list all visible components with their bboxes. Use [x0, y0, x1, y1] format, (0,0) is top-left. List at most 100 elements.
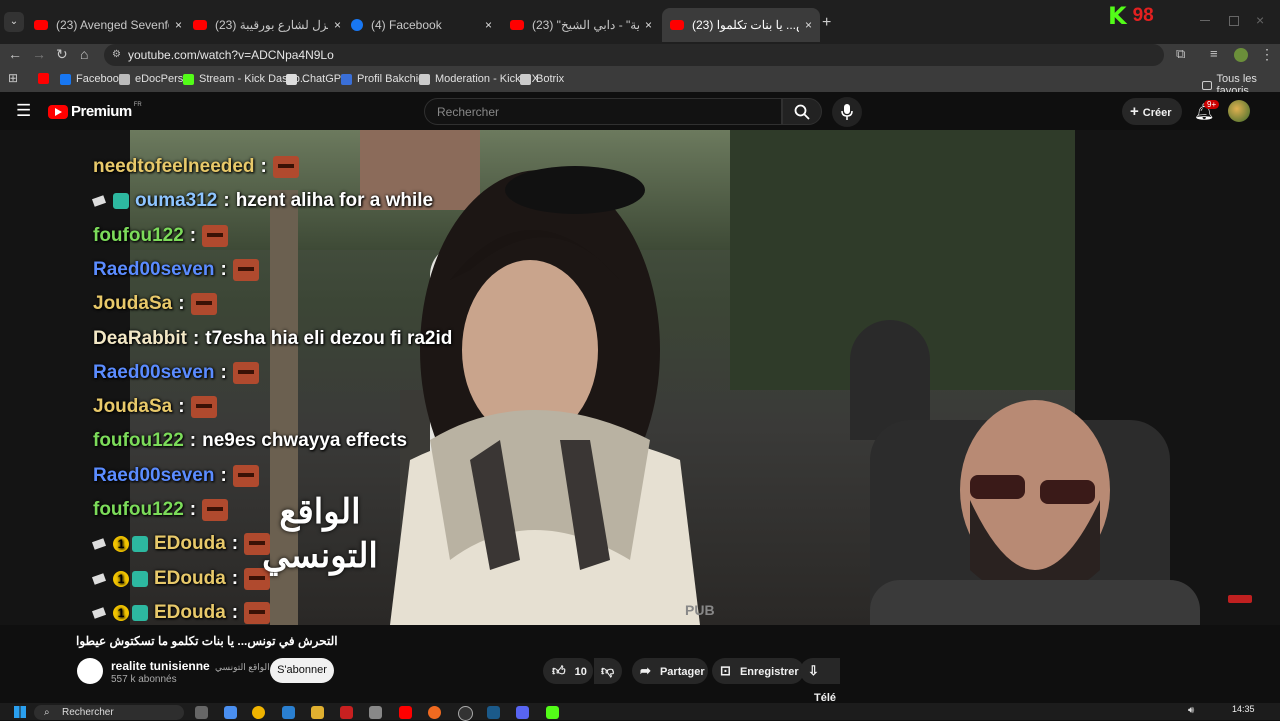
bookmark-favicon-icon: [286, 73, 297, 85]
taskbar-app-explorer-icon[interactable]: [311, 706, 324, 719]
taskbar-search[interactable]: ⌕ Rechercher: [34, 705, 184, 720]
bookmark-item[interactable]: Profil Bakchich: [341, 73, 430, 85]
save-label: Enregistrer: [739, 666, 799, 678]
chat-username: EDouda: [154, 567, 226, 589]
forward-icon[interactable]: →: [32, 46, 46, 62]
video-corner-label: PUB: [685, 602, 715, 618]
chat-username: DeaRabbit: [93, 327, 187, 349]
taskbar-search-icon: ⌕: [44, 707, 50, 718]
dislike-button[interactable]: 👎︎: [594, 658, 622, 684]
chat-message: foufou122: ne9es chwayya effects: [93, 430, 407, 452]
reload-icon[interactable]: ↻: [56, 46, 68, 63]
browser-tab[interactable]: (23) Avenged Sevenfold - Hail T ×: [26, 8, 190, 42]
like-button[interactable]: 👍︎ 10: [543, 658, 593, 684]
account-avatar[interactable]: [1228, 100, 1250, 122]
download-button[interactable]: ⇩ Télé: [800, 658, 840, 704]
video-title: التحرش في تونس... يا بنات تكلمو ما تسكتو…: [76, 634, 338, 648]
taskbar-app-discord-icon[interactable]: [516, 706, 529, 719]
chat-message: Raed00seven:: [93, 361, 259, 384]
create-button[interactable]: + Créer: [1122, 98, 1182, 125]
chat-badge-icon: [91, 607, 107, 619]
bookmark-item[interactable]: ChatGPT: [286, 73, 348, 85]
media-controls-icon[interactable]: ≡: [1210, 46, 1218, 61]
minimize-icon[interactable]: [1200, 20, 1210, 21]
tab-title: (23) قيس سعيد ينزل لشارع بورقيبة: [215, 18, 328, 32]
close-tab-icon[interactable]: ×: [645, 18, 652, 32]
tray-volume-icon[interactable]: 🔊︎: [1188, 705, 1194, 716]
youtube-favicon-icon: [670, 20, 684, 30]
microphone-icon: [841, 104, 853, 120]
close-window-icon[interactable]: ×: [1256, 12, 1264, 28]
browser-tab[interactable]: (4) Facebook ×: [343, 8, 500, 42]
video-player[interactable]: needtofeelneeded: ouma312: hzent aliha for…: [0, 130, 1280, 625]
bookmark-item[interactable]: Botrix: [520, 73, 564, 85]
site-info-icon[interactable]: ⚙: [112, 44, 121, 66]
share-label: Partager: [659, 666, 705, 678]
chat-message: JoudaSa:: [93, 396, 217, 419]
chat-separator: :: [260, 156, 267, 177]
close-tab-icon[interactable]: ×: [175, 18, 182, 32]
plus-icon: +: [1130, 103, 1139, 120]
tab-title: (23) "أغنية البداية" - دابي الشيخ: [532, 18, 639, 32]
taskbar-app-store-icon[interactable]: [282, 706, 295, 719]
taskbar-app-copilot-icon[interactable]: [224, 706, 237, 719]
channel-subscribers: 557 k abonnés: [111, 674, 177, 685]
taskbar-app-orange-icon[interactable]: [428, 706, 441, 719]
youtube-logo[interactable]: Premium FR: [48, 102, 142, 120]
profile-avatar[interactable]: [1234, 48, 1248, 62]
chat-separator: :: [178, 396, 185, 418]
close-tab-icon[interactable]: ×: [485, 18, 492, 32]
taskbar-app-chrome-icon[interactable]: [252, 706, 265, 719]
browser-tab[interactable]: (23) التحرش في تونس... يا بنات تكلموا ×: [662, 8, 820, 42]
bookmark-label: Facebook: [76, 73, 125, 85]
bookmark-item[interactable]: eDocPerso: [119, 73, 189, 85]
address-bar[interactable]: ⚙ youtube.com/watch?v=ADCNpa4N9Lo: [104, 44, 1164, 66]
share-button[interactable]: ➦ Partager: [632, 658, 708, 684]
back-icon[interactable]: ←: [8, 46, 22, 62]
folder-icon: [1202, 80, 1212, 90]
home-icon[interactable]: ⌂: [80, 46, 88, 62]
maximize-icon[interactable]: [1229, 16, 1239, 26]
chat-emote-icon: [232, 258, 259, 281]
facebook-favicon-icon: [351, 19, 363, 31]
save-button[interactable]: ⊡ Enregistrer: [712, 658, 804, 684]
search-input[interactable]: Rechercher: [424, 98, 782, 125]
windows-start-icon[interactable]: [14, 706, 26, 718]
bookmark-item[interactable]: [38, 73, 54, 84]
taskbar-app-files-icon[interactable]: [195, 706, 208, 719]
chat-message: Raed00seven:: [93, 258, 259, 281]
extensions-icon[interactable]: ⧉: [1176, 46, 1185, 62]
subscribe-button[interactable]: S'abonner: [270, 658, 334, 683]
taskbar-app-kick-icon[interactable]: [546, 706, 559, 719]
channel-name-row[interactable]: realite tunisienne الواقع التونسي: [111, 659, 285, 673]
channel-avatar[interactable]: [77, 658, 103, 684]
chat-message: 1 EDouda:: [91, 601, 271, 624]
apps-grid-icon[interactable]: ⊞: [8, 71, 18, 85]
taskbar-app-steam-icon[interactable]: [487, 706, 500, 719]
chat-text: hzent aliha for a while: [235, 190, 434, 212]
notifications-button[interactable]: 🔔︎ 9+: [1194, 100, 1220, 122]
search-button[interactable]: [782, 98, 822, 125]
taskbar-app-tool-icon[interactable]: [369, 706, 382, 719]
browser-tab[interactable]: (23) "أغنية البداية" - دابي الشيخ ×: [502, 8, 660, 42]
close-tab-icon[interactable]: ×: [805, 18, 812, 32]
chat-message: 1 EDouda:: [91, 567, 271, 590]
chat-username: foufou122: [93, 224, 184, 246]
tab-title: (23) Avenged Sevenfold - Hail T: [56, 18, 169, 32]
tab-search-icon[interactable]: ⌄: [4, 12, 24, 32]
chat-badge-icon: [91, 572, 107, 585]
chat-emote-icon: [244, 601, 271, 624]
bookmark-item[interactable]: Facebook: [60, 73, 124, 85]
taskbar-app-youtube-icon[interactable]: [399, 706, 412, 719]
taskbar-app-red-icon[interactable]: [340, 706, 353, 719]
close-tab-icon[interactable]: ×: [334, 18, 341, 32]
chat-emote-icon: [272, 156, 299, 178]
browser-menu-icon[interactable]: ⋮: [1260, 46, 1274, 63]
hamburger-menu-icon[interactable]: ☰: [16, 101, 31, 121]
browser-tab[interactable]: (23) قيس سعيد ينزل لشارع بورقيبة ×: [185, 8, 349, 42]
new-tab-button[interactable]: +: [822, 14, 831, 32]
taskbar-app-obs-icon[interactable]: [458, 706, 473, 721]
voice-search-button[interactable]: [832, 97, 862, 127]
bookmark-favicon-icon: [341, 73, 352, 85]
subscribe-watermark-icon[interactable]: [1228, 595, 1252, 603]
